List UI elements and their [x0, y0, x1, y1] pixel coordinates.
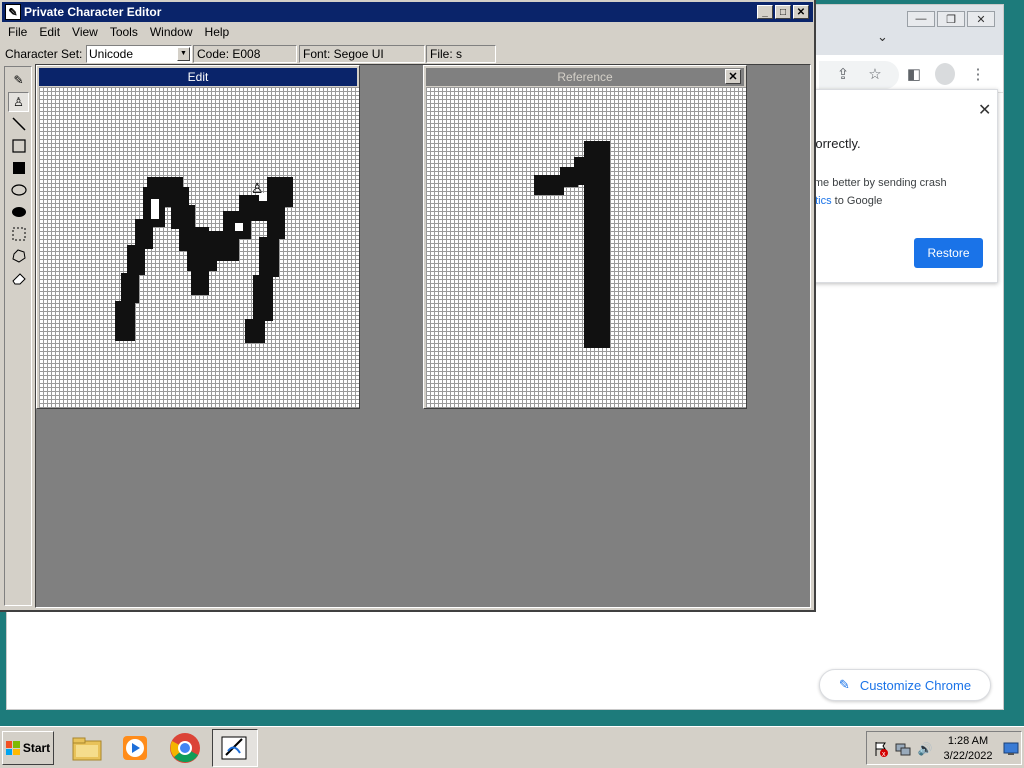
- chrome-taskbar-button[interactable]: [162, 729, 208, 767]
- filled-ellipse-icon[interactable]: [8, 202, 29, 222]
- hollow-ellipse-icon[interactable]: [8, 180, 29, 200]
- menu-tools[interactable]: Tools: [104, 25, 144, 39]
- eraser-icon[interactable]: [8, 268, 29, 288]
- clock[interactable]: 1:28 AM 3/22/2022: [937, 734, 999, 764]
- private-character-editor-icon: [221, 736, 247, 760]
- close-icon[interactable]: ✕: [978, 100, 991, 120]
- pencil-icon[interactable]: ✎: [8, 70, 29, 90]
- volume-icon[interactable]: 🔊: [917, 741, 933, 757]
- clock-date: 3/22/2022: [943, 750, 993, 762]
- taskbar: Start x 🔊 1:28 AM 3/22/2022: [0, 726, 1024, 768]
- media-player-button[interactable]: [112, 729, 158, 767]
- clock-time: 1:28 AM: [947, 735, 989, 747]
- network-icon[interactable]: [895, 741, 911, 757]
- menu-window[interactable]: Window: [144, 25, 199, 39]
- reference-grid-window: Reference ✕: [423, 65, 747, 409]
- menu-bar: File Edit View Tools Window Help: [2, 22, 235, 42]
- windows-logo-icon: [5, 741, 20, 755]
- private-character-editor-window: ✎ Private Character Editor _ □ ✕ File Ed…: [0, 0, 816, 612]
- menu-view[interactable]: View: [66, 25, 104, 39]
- hollow-rectangle-icon[interactable]: [8, 136, 29, 156]
- private-character-editor-taskbar-button[interactable]: [212, 729, 258, 767]
- share-icon[interactable]: ⇪: [833, 64, 853, 84]
- reference-grid-title: Reference ✕: [426, 68, 744, 86]
- restore-button[interactable]: Restore: [914, 238, 983, 268]
- media-player-icon: [123, 736, 147, 760]
- filled-rectangle-icon[interactable]: [8, 158, 29, 178]
- minimize-button[interactable]: _: [757, 5, 773, 19]
- character-set-label: Character Set:: [5, 47, 83, 61]
- line-icon[interactable]: [8, 114, 29, 134]
- start-label: Start: [22, 741, 51, 755]
- code-field: Code: E008: [193, 45, 297, 63]
- dropdown-arrow-icon[interactable]: ▼: [177, 47, 190, 61]
- character-set-value: Unicode: [89, 47, 134, 61]
- menu-file[interactable]: File: [2, 25, 33, 39]
- title-bar: ✎ Private Character Editor _ □ ✕: [2, 2, 813, 22]
- chrome-icon: [170, 733, 200, 763]
- start-button[interactable]: Start: [2, 731, 54, 765]
- chrome-restore-button[interactable]: ❐: [937, 11, 965, 27]
- edit-drawing-grid[interactable]: ♙: [39, 87, 359, 408]
- side-panel-icon[interactable]: ◧: [904, 64, 924, 84]
- mdi-workspace: Edit ♙ Reference ✕: [35, 64, 811, 608]
- pencil-icon: ✎: [838, 677, 850, 692]
- system-tray: x 🔊 1:28 AM 3/22/2022: [866, 731, 1022, 765]
- profile-avatar-icon[interactable]: [935, 63, 955, 85]
- customize-chrome-button[interactable]: ✎ Customize Chrome: [819, 669, 991, 701]
- action-center-warning-icon[interactable]: x: [873, 741, 889, 757]
- svg-text:x: x: [882, 751, 886, 757]
- reference-close-button[interactable]: ✕: [725, 69, 741, 84]
- customize-chrome-label: Customize Chrome: [859, 677, 972, 693]
- close-button[interactable]: ✕: [793, 5, 809, 19]
- tool-palette: ✎ ♙: [4, 66, 32, 606]
- brush-cursor-icon: ♙: [251, 180, 264, 196]
- info-bar: Character Set: Unicode ▼ Code: E008 Font…: [2, 44, 812, 64]
- more-menu-icon[interactable]: ⋮: [968, 64, 988, 84]
- reference-drawing-grid: [426, 87, 746, 408]
- reference-title-label: Reference: [557, 70, 613, 84]
- rectangular-selection-icon[interactable]: [8, 224, 29, 244]
- address-bar[interactable]: [819, 61, 899, 89]
- bubble-line-2: to Google: [831, 195, 883, 207]
- window-title: Private Character Editor: [24, 5, 162, 19]
- app-icon: ✎: [5, 4, 21, 20]
- bubble-body: hrome better by sending crash atistics t…: [798, 174, 997, 210]
- crash-restore-bubble: ✕ n correctly. hrome better by sending c…: [797, 89, 998, 283]
- folder-icon: [72, 737, 102, 761]
- edit-grid-title: Edit: [39, 68, 357, 86]
- bookmark-star-icon[interactable]: ☆: [865, 64, 885, 84]
- file-field: File: s: [426, 45, 496, 63]
- freeform-selection-icon[interactable]: [8, 246, 29, 266]
- chrome-close-button[interactable]: ✕: [967, 11, 995, 27]
- edit-grid-window: Edit ♙: [36, 65, 360, 409]
- brush-icon[interactable]: ♙: [8, 92, 29, 112]
- bubble-line-1: hrome better by sending crash: [798, 177, 947, 189]
- file-explorer-button[interactable]: [64, 729, 110, 767]
- maximize-button[interactable]: □: [775, 5, 791, 19]
- bubble-title: n correctly.: [798, 136, 861, 151]
- chrome-minimize-button[interactable]: —: [907, 11, 935, 27]
- font-field: Font: Segoe UI: [299, 45, 425, 63]
- menu-edit[interactable]: Edit: [33, 25, 66, 39]
- show-desktop-icon[interactable]: [1003, 741, 1019, 757]
- character-set-dropdown[interactable]: Unicode ▼: [86, 45, 192, 63]
- menu-help[interactable]: Help: [199, 25, 236, 39]
- tab-search-chevron-icon[interactable]: ⌄: [877, 29, 888, 45]
